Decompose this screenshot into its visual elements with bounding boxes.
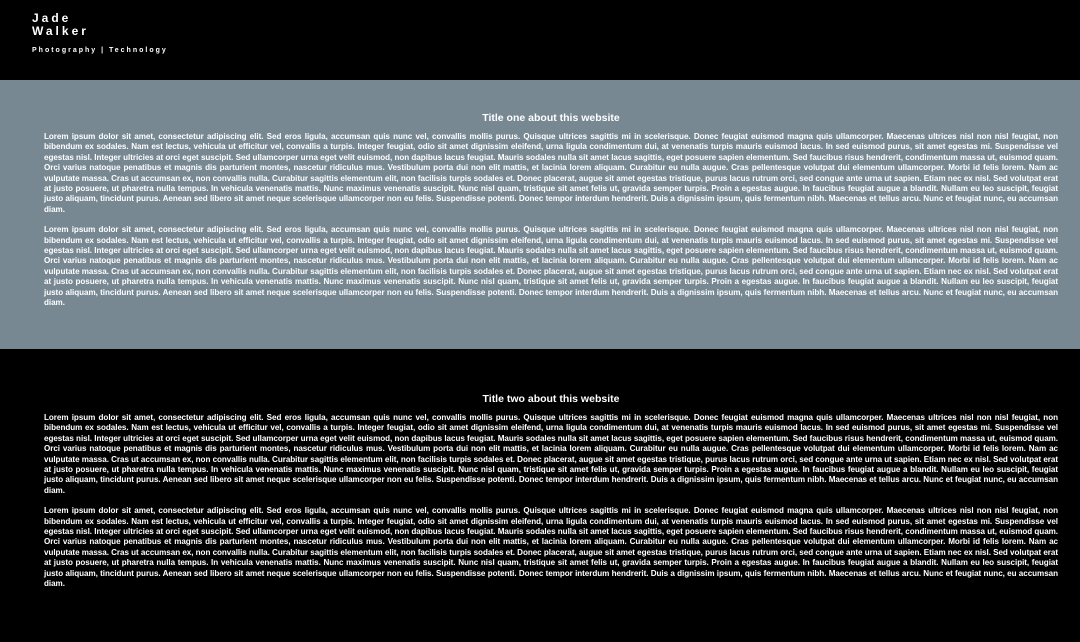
- section-one-paragraph-2: Lorem ipsum dolor sit amet, consectetur …: [44, 225, 1058, 308]
- logo-last-name: Walker: [32, 24, 89, 38]
- site-tagline: Photography | Technology: [32, 47, 168, 54]
- section-one-paragraph-1: Lorem ipsum dolor sit amet, consectetur …: [44, 132, 1058, 214]
- section-two-title: Title two about this website: [482, 393, 620, 405]
- section-one: Title one about this website Lorem ipsum…: [0, 80, 1080, 349]
- logo-first-name: Jade: [32, 11, 72, 25]
- section-one-title: Title one about this website: [482, 112, 620, 124]
- section-two: Title two about this website Lorem ipsum…: [0, 349, 1080, 642]
- section-two-paragraph-2: Lorem ipsum dolor sit amet, consectetur …: [44, 506, 1058, 589]
- section-two-paragraph-1: Lorem ipsum dolor sit amet, consectetur …: [44, 413, 1058, 495]
- logo[interactable]: Jade Walker: [32, 12, 1080, 38]
- site-header: Jade Walker Photography | Technology: [0, 0, 1080, 80]
